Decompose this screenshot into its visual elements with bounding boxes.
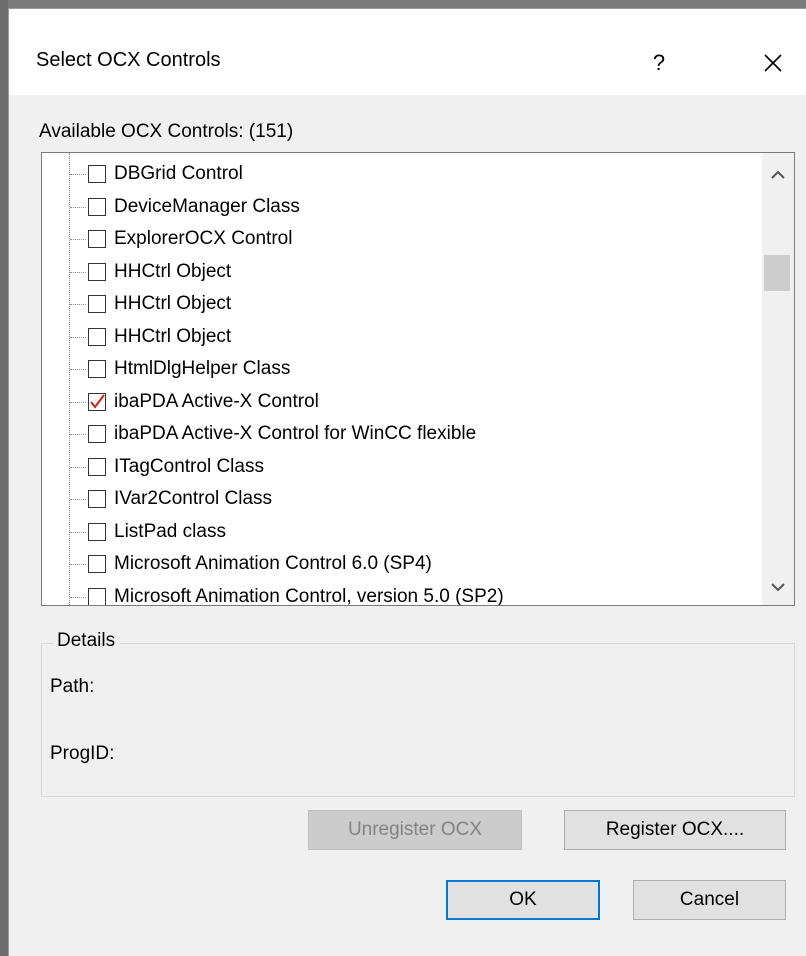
list-item[interactable]: HHCtrl Object xyxy=(42,257,754,289)
checkmark-icon xyxy=(90,393,105,409)
checkbox[interactable] xyxy=(88,360,106,378)
list-item[interactable]: ibaPDA Active-X Control for WinCC flexib… xyxy=(42,419,754,451)
vertical-scrollbar[interactable] xyxy=(762,153,794,605)
scroll-up-button[interactable] xyxy=(762,159,794,189)
cancel-button[interactable]: Cancel xyxy=(633,880,786,920)
tree-branch-line xyxy=(70,564,86,565)
checkbox[interactable] xyxy=(88,490,106,508)
available-controls-label: Available OCX Controls: (151) xyxy=(39,121,294,142)
list-item[interactable]: DBGrid Control xyxy=(42,159,754,191)
list-item-label: ExplorerOCX Control xyxy=(114,228,293,249)
checkbox[interactable] xyxy=(88,327,106,346)
list-item-label: HHCtrl Object xyxy=(114,293,232,314)
checkbox[interactable] xyxy=(88,197,106,216)
list-item-label: DBGrid Control xyxy=(114,163,243,184)
checkbox[interactable] xyxy=(88,165,106,183)
chevron-down-icon xyxy=(771,583,785,592)
unregister-ocx-button[interactable]: Unregister OCX xyxy=(308,810,522,850)
register-ocx-button[interactable]: Register OCX.... xyxy=(564,810,786,850)
checkbox[interactable] xyxy=(88,555,106,573)
checkbox[interactable] xyxy=(88,295,106,313)
select-ocx-dialog: Select OCX Controls ? Available OCX Cont… xyxy=(8,8,806,956)
tree-branch-line xyxy=(70,271,86,273)
list-item-label: HHCtrl Object xyxy=(114,260,232,282)
window-frame-top xyxy=(0,0,806,8)
details-group xyxy=(41,643,795,797)
list-item[interactable]: HHCtrl Object xyxy=(42,322,754,354)
tree-branch-line xyxy=(70,401,86,403)
list-item[interactable]: ITagControl Class xyxy=(42,452,754,484)
tree-branch-line xyxy=(70,239,86,240)
checkbox[interactable] xyxy=(88,457,106,476)
help-button[interactable]: ? xyxy=(639,43,679,83)
tree-branch-line xyxy=(70,596,86,598)
list-item[interactable]: Microsoft Animation Control 6.0 (SP4) xyxy=(42,549,754,581)
tree-branch-line xyxy=(70,206,86,208)
list-item-label: ibaPDA Active-X Control for WinCC flexib… xyxy=(114,423,477,444)
tree-branch-line xyxy=(70,499,86,500)
ok-button[interactable]: OK xyxy=(446,880,600,920)
list-item-label: ITagControl Class xyxy=(114,455,264,477)
checkbox[interactable] xyxy=(88,425,106,443)
list-item-label: Microsoft Animation Control 6.0 (SP4) xyxy=(114,553,432,574)
list-item[interactable]: Microsoft Animation Control, version 5.0… xyxy=(42,582,754,606)
list-item-label: HHCtrl Object xyxy=(114,325,232,347)
list-item[interactable]: ibaPDA Active-X Control xyxy=(42,387,754,419)
list-item-label: DeviceManager Class xyxy=(114,195,300,217)
list-item[interactable]: HtmlDlgHelper Class xyxy=(42,354,754,386)
list-item[interactable]: HHCtrl Object xyxy=(42,289,754,321)
window-frame-left xyxy=(0,0,8,956)
checkbox-checked[interactable] xyxy=(88,392,106,411)
tree-branch-line xyxy=(70,304,86,305)
chevron-up-icon xyxy=(771,170,785,179)
list-item[interactable]: ListPad class xyxy=(42,517,754,549)
list-item-label: IVar2Control Class xyxy=(114,488,273,509)
tree-branch-line xyxy=(70,369,86,370)
list-item-label: Microsoft Animation Control, version 5.0… xyxy=(114,585,504,606)
close-icon xyxy=(764,54,782,72)
path-label: Path: xyxy=(50,676,95,697)
checkbox[interactable] xyxy=(88,522,106,541)
checkbox[interactable] xyxy=(88,262,106,281)
dialog-title: Select OCX Controls xyxy=(36,49,221,71)
details-legend: Details xyxy=(53,630,120,652)
tree-branch-line xyxy=(70,466,86,468)
tree-branch-line xyxy=(70,336,86,338)
progid-label: ProgID: xyxy=(50,743,115,764)
tree-branch-line xyxy=(70,174,86,175)
close-button[interactable] xyxy=(753,43,793,83)
list-item[interactable]: DeviceManager Class xyxy=(42,192,754,224)
tree-branch-line xyxy=(70,434,86,435)
ocx-controls-list[interactable]: DBGrid Control DeviceManager Class Explore… xyxy=(41,152,795,606)
checkbox[interactable] xyxy=(88,587,106,605)
checkbox[interactable] xyxy=(88,230,106,248)
list-item-label: ListPad class xyxy=(114,520,226,542)
list-item-label: ibaPDA Active-X Control xyxy=(114,390,319,412)
tree-branch-line xyxy=(70,531,86,533)
list-item-label: HtmlDlgHelper Class xyxy=(114,358,291,379)
scroll-down-button[interactable] xyxy=(762,573,794,603)
list-item[interactable]: ExplorerOCX Control xyxy=(42,224,754,256)
list-item[interactable]: IVar2Control Class xyxy=(42,484,754,516)
title-bar: Select OCX Controls ? xyxy=(9,9,806,95)
scroll-thumb[interactable] xyxy=(764,255,790,291)
